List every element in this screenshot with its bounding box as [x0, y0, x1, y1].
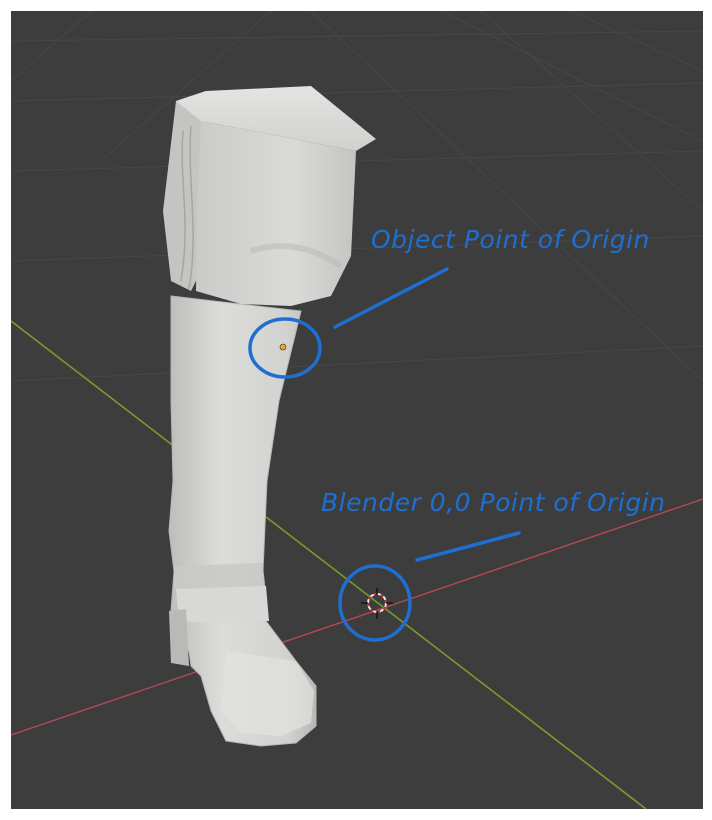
- annotation-world-origin: Blender 0,0 Point of Origin: [321, 488, 666, 642]
- boot-heel: [169, 609, 189, 666]
- floor-grid: [11, 11, 703, 382]
- x-axis-line: [11, 498, 703, 736]
- object-origin-label: Object Point of Origin: [371, 225, 650, 254]
- boot-cuff-front: [196, 121, 356, 306]
- viewport-scene[interactable]: Object Point of Origin Blender 0,0 Point…: [11, 11, 703, 809]
- boot-mesh[interactable]: [163, 86, 376, 747]
- object-origin-dot[interactable]: [279, 343, 287, 351]
- world-origin-label: Blender 0,0 Point of Origin: [321, 488, 666, 517]
- y-axis-line: [11, 320, 647, 809]
- 3d-viewport[interactable]: Object Point of Origin Blender 0,0 Point…: [11, 11, 703, 809]
- screenshot-frame: Object Point of Origin Blender 0,0 Point…: [0, 0, 712, 820]
